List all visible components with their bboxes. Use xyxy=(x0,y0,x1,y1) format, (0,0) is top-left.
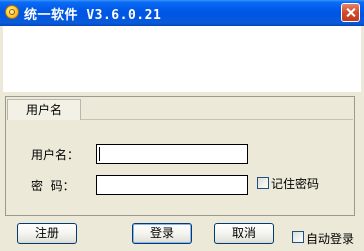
close-icon[interactable] xyxy=(341,3,360,22)
cancel-button[interactable]: 取消 xyxy=(214,223,274,244)
username-label: 用户名： xyxy=(31,148,80,162)
password-label: 密 码： xyxy=(31,179,75,193)
login-button[interactable]: 登录 xyxy=(132,223,192,244)
banner-area xyxy=(3,26,361,92)
remember-password-checkbox[interactable] xyxy=(257,177,269,189)
register-button[interactable]: 注册 xyxy=(17,223,77,244)
password-input[interactable] xyxy=(96,175,248,195)
remember-password-label[interactable]: 记住密码 xyxy=(271,175,319,192)
auto-login-checkbox[interactable] xyxy=(292,231,304,243)
text-caret xyxy=(99,147,100,161)
username-input[interactable] xyxy=(96,144,248,164)
auto-login-label[interactable]: 自动登录 xyxy=(306,230,354,247)
window-title: 统一软件 V3.6.0.21 xyxy=(24,8,162,23)
title-bar[interactable]: 统一软件 V3.6.0.21 xyxy=(0,0,364,26)
tab-divider xyxy=(81,119,353,120)
app-logo-icon xyxy=(5,5,19,19)
tab-username[interactable]: 用户名 xyxy=(7,99,81,120)
